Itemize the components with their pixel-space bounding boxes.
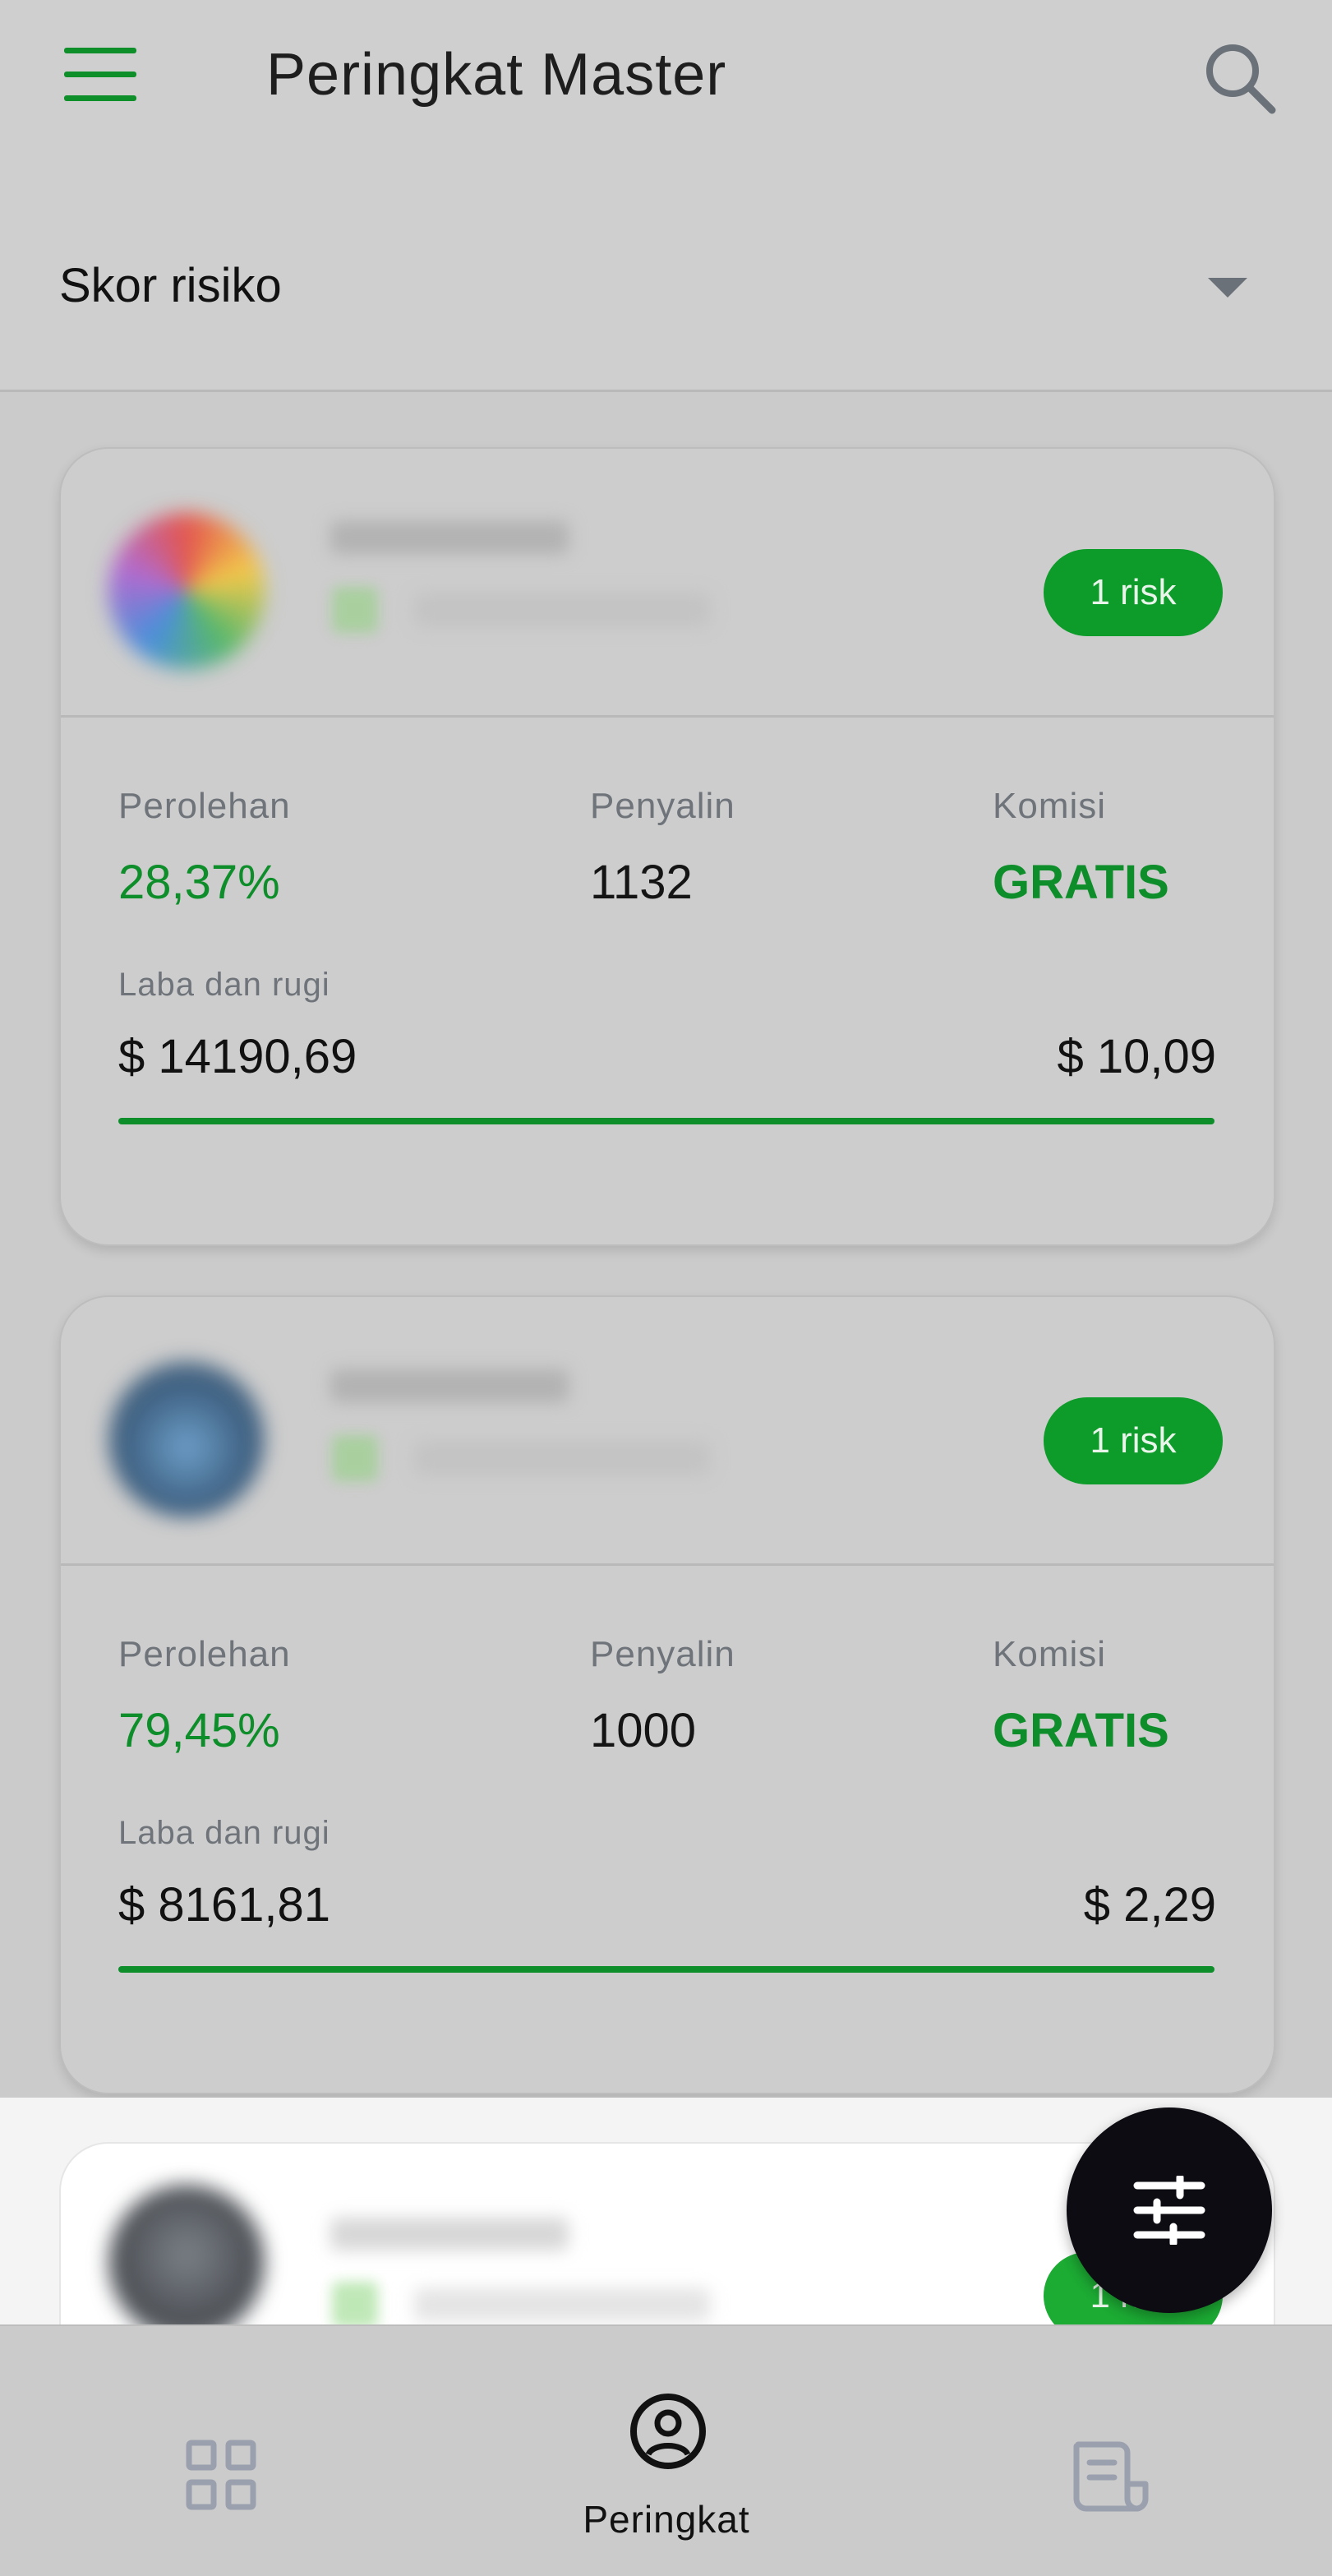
- search-icon[interactable]: [1203, 41, 1277, 115]
- pnl-secondary: $ 10,09: [1057, 1030, 1216, 1083]
- pnl-total: $ 8161,81: [118, 1878, 331, 1932]
- sort-selected-value: Skor risiko: [59, 259, 282, 312]
- copiers-label: Penyalin: [590, 786, 735, 826]
- trader-name-blurred: [330, 1369, 569, 1402]
- trader-card[interactable]: 1 risk Perolehan 79,45% Penyalin 1000 Ko…: [59, 1295, 1275, 2094]
- user-circle-icon: [629, 2392, 707, 2471]
- commission-label: Komisi: [993, 1634, 1107, 1674]
- gain-value: 79,45%: [118, 1704, 280, 1757]
- nav-item-label: Peringkat: [583, 2498, 750, 2541]
- nav-item-peringkat[interactable]: Peringkat: [559, 2392, 774, 2548]
- filter-button[interactable]: [1067, 2107, 1272, 2313]
- pnl-bar: [118, 1966, 1214, 1973]
- pnl-label: Laba dan rugi: [118, 1815, 330, 1851]
- trader-subtitle-blurred: [414, 1442, 710, 1475]
- hamburger-menu-icon[interactable]: [64, 48, 140, 102]
- trader-card-header: 1 risk: [61, 449, 1274, 718]
- trader-name-blurred: [330, 521, 569, 554]
- risk-badge: 1 risk: [1044, 1397, 1223, 1484]
- trader-avatar: [108, 513, 265, 669]
- copiers-value: 1000: [590, 1704, 697, 1757]
- copiers-value: 1132: [590, 856, 693, 909]
- gain-label: Perolehan: [118, 1634, 291, 1674]
- dashboard-grid-icon[interactable]: [186, 2440, 256, 2510]
- chevron-down-icon: [1208, 278, 1247, 298]
- document-icon[interactable]: [1068, 2436, 1150, 2515]
- pnl-secondary: $ 2,29: [1083, 1878, 1216, 1932]
- bottom-navigation: Peringkat: [0, 2324, 1332, 2576]
- commission-value: GRATIS: [993, 856, 1169, 909]
- trader-card-header: 1 risk: [61, 1297, 1274, 1566]
- trader-subtitle-blurred: [414, 2288, 710, 2321]
- trader-subtitle-blurred: [414, 593, 710, 626]
- gain-value: 28,37%: [118, 856, 280, 909]
- page-title: Peringkat Master: [266, 42, 727, 108]
- app-header: Peringkat Master Skor risiko: [0, 0, 1332, 392]
- commission-value: GRATIS: [993, 1704, 1169, 1757]
- trader-flag-blurred: [332, 1435, 378, 1481]
- pnl-bar: [118, 1118, 1214, 1124]
- sort-dropdown[interactable]: Skor risiko: [0, 222, 1332, 353]
- trader-flag-blurred: [332, 587, 378, 633]
- trader-card[interactable]: 1 risk Perolehan 28,37% Penyalin 1132 Ko…: [59, 447, 1275, 1246]
- risk-badge: 1 risk: [1044, 549, 1223, 636]
- commission-label: Komisi: [993, 786, 1107, 826]
- filter-sliders-icon: [1133, 2176, 1205, 2245]
- pnl-total: $ 14190,69: [118, 1030, 357, 1083]
- trader-avatar: [108, 2185, 265, 2341]
- pnl-label: Laba dan rugi: [118, 967, 330, 1003]
- trader-avatar: [108, 1361, 265, 1517]
- copiers-label: Penyalin: [590, 1634, 735, 1674]
- trader-flag-blurred: [332, 2282, 378, 2328]
- trader-name-blurred: [330, 2218, 569, 2251]
- gain-label: Perolehan: [118, 786, 291, 826]
